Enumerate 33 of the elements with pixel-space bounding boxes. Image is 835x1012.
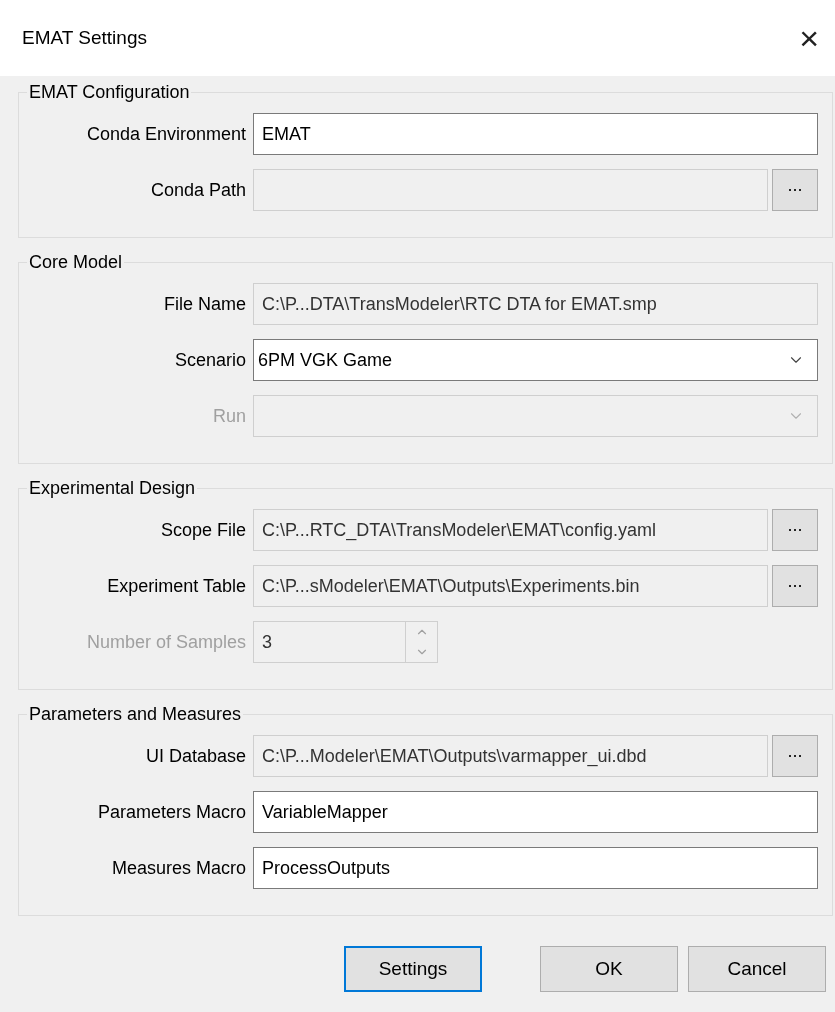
path-field[interactable]: C:\P...Modeler\EMAT\Outputs\varmapper_ui.dbd [253, 735, 768, 777]
dialog-button[interactable]: Cancel [688, 946, 826, 992]
browse-button[interactable]: ... [772, 169, 818, 211]
dropdown[interactable]: 6PM VGK Game [253, 339, 818, 381]
field-label: Number of Samples [85, 631, 247, 653]
window-title: EMAT Settings [22, 27, 147, 49]
group-title: EMAT Configuration [28, 82, 191, 103]
browse-button[interactable]: ... [772, 565, 818, 607]
field-label: UI Database [144, 745, 247, 767]
path-field[interactable]: C:\P...sModeler\EMAT\Outputs\Experiments.bin [253, 565, 768, 607]
group-title: Parameters and Measures [28, 704, 243, 725]
text-field[interactable]: VariableMapper [253, 791, 818, 833]
browse-button[interactable]: ... [772, 735, 818, 777]
text-field[interactable]: EMAT [253, 113, 818, 155]
group-title: Experimental Design [28, 478, 197, 499]
field-label: Scope File [159, 519, 247, 541]
browse-button[interactable]: ... [772, 509, 818, 551]
field-label: Conda Path [149, 179, 247, 201]
field-label: Conda Environment [85, 123, 247, 145]
dialog-button[interactable]: OK [540, 946, 678, 992]
close-button[interactable]: × [793, 21, 825, 55]
field-label: Scenario [173, 349, 247, 371]
field-label: File Name [162, 293, 247, 315]
path-field[interactable]: C:\P...RTC_DTA\TransModeler\EMAT\config.yaml [253, 509, 768, 551]
field-label: Parameters Macro [96, 801, 247, 823]
field-label: Run [211, 405, 247, 427]
text-field[interactable]: ProcessOutputs [253, 847, 818, 889]
field-label: Experiment Table [106, 575, 247, 597]
field-label: Measures Macro [110, 857, 247, 879]
group-title: Core Model [28, 252, 124, 273]
path-field[interactable] [253, 169, 768, 211]
text-field[interactable]: C:\P...DTA\TransModeler\RTC DTA for EMAT.smp [253, 283, 818, 325]
dialog-button[interactable]: Settings [344, 946, 482, 992]
